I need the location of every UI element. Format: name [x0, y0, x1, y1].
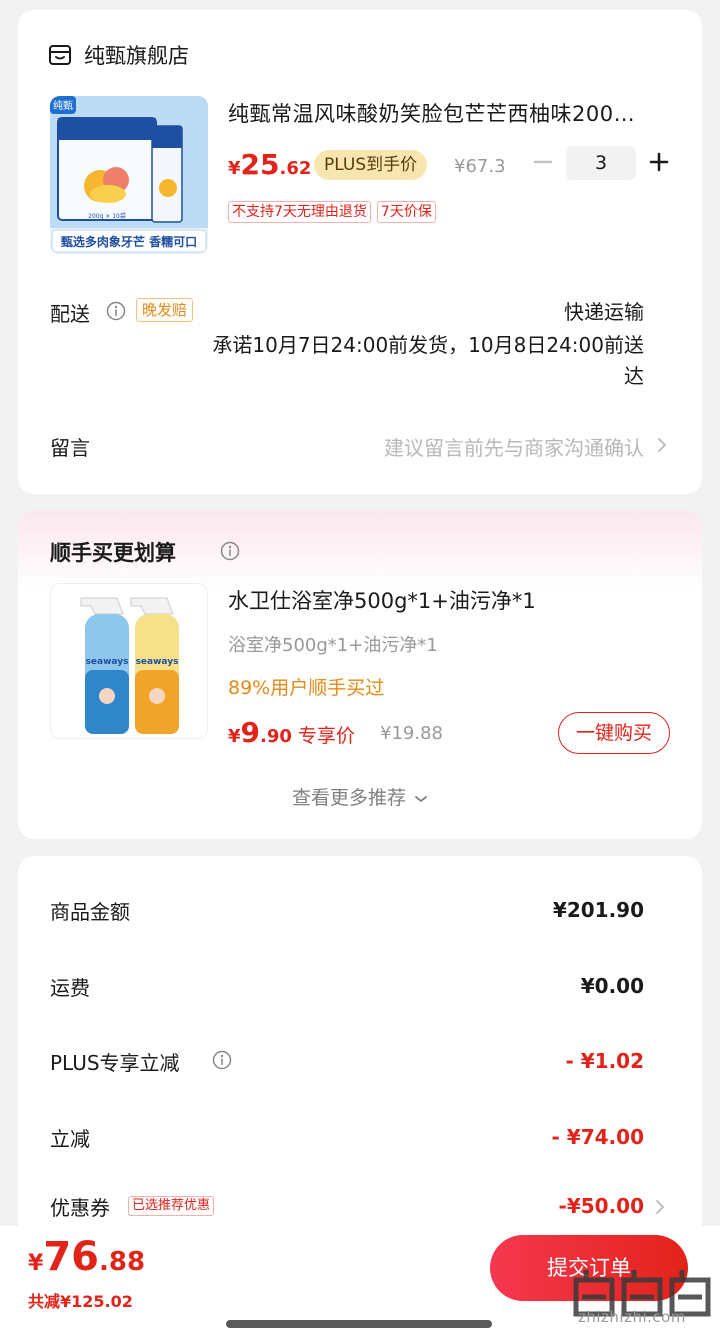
price-symbol: ¥: [228, 726, 241, 747]
info-icon[interactable]: [220, 541, 240, 561]
chevron-right-icon[interactable]: [654, 1198, 666, 1216]
watermark-url: zhizhizhi.com: [578, 1308, 686, 1326]
minus-icon[interactable]: [532, 151, 554, 173]
bottle-brand-text: seaways: [86, 657, 129, 667]
summary-value: ¥0.00: [580, 974, 644, 998]
delivery-label: 配送: [50, 302, 90, 326]
quantity-input[interactable]: 3: [566, 146, 636, 180]
summary-value: ¥201.90: [552, 898, 644, 922]
summary-row-plus-discount: PLUS专享立减 - ¥1.02: [50, 1047, 644, 1079]
bundle-section-title: 顺手买更划算: [50, 541, 176, 565]
price-decimal: .62: [279, 158, 312, 179]
bundle-social-proof: 89%用户顺手买过: [228, 677, 385, 699]
chevron-right-icon[interactable]: [656, 436, 668, 454]
message-label: 留言: [50, 436, 90, 460]
summary-value: - ¥74.00: [551, 1125, 644, 1149]
plus-icon[interactable]: [648, 151, 670, 173]
summary-row-instant-discount: 立减 - ¥74.00: [50, 1123, 644, 1155]
price-symbol: ¥: [228, 158, 241, 179]
late-compensation-tag[interactable]: 晚发赔: [136, 298, 194, 322]
bundle-product-spec: 浴室净500g*1+油污净*1: [228, 635, 438, 656]
bundle-original-price: ¥19.88: [380, 723, 443, 744]
summary-row-goods: 商品金额 ¥201.90: [50, 896, 644, 928]
store-card: 纯甄旗舰店 纯甄 200g × 10袋 甄选多肉象牙芒 香糯可口 纯甄常温风味酸…: [18, 10, 702, 494]
total-discount[interactable]: 共减¥125.02: [28, 1288, 133, 1312]
summary-label: 商品金额: [50, 900, 130, 924]
store-name[interactable]: 纯甄旗舰店: [84, 40, 189, 70]
bundle-product-image[interactable]: seaways seaways: [50, 583, 208, 739]
service-tags: 不支持7天无理由退货 7天价保: [228, 201, 436, 223]
summary-label: 运费: [50, 976, 90, 1000]
total-symbol: ¥: [28, 1251, 44, 1276]
info-icon[interactable]: [212, 1050, 232, 1070]
summary-label: PLUS专享立减: [50, 1051, 180, 1075]
product-box-spec: 200g × 10袋: [88, 212, 126, 220]
product-banner-text: 甄选多肉象牙芒 香糯可口: [61, 234, 197, 249]
home-indicator[interactable]: [226, 1320, 492, 1328]
exclusive-price-label: 专享价: [298, 725, 356, 747]
summary-value: - ¥1.02: [565, 1049, 644, 1073]
price-integer: 25: [240, 148, 280, 181]
store-header[interactable]: 纯甄旗舰店: [48, 40, 189, 70]
bottle-brand-text: seaways: [136, 657, 179, 667]
summary-row-coupon[interactable]: 优惠券 已选推荐优惠 -¥50.00: [50, 1192, 665, 1224]
product-price: ¥ 25 .62: [228, 148, 311, 181]
order-summary-card: 商品金额 ¥201.90 运费 ¥0.00 PLUS专享立减 - ¥1.02 立…: [18, 856, 702, 1256]
cleaner-bottles-illustration: seaways seaways: [51, 584, 207, 738]
bundle-card: 顺手买更划算 seaways seaways 水卫仕浴室净500g*1+油污净*…: [18, 511, 702, 839]
info-icon[interactable]: [106, 301, 126, 321]
product-brand-text: 纯甄: [53, 99, 73, 112]
summary-value: -¥50.00: [558, 1194, 644, 1218]
summary-label: 优惠券: [50, 1196, 110, 1220]
total-decimal: .88: [98, 1247, 146, 1277]
message-input[interactable]: 建议留言前先与商家沟通确认: [384, 432, 644, 461]
price-protect-tag: 7天价保: [376, 201, 436, 223]
no-return-tag: 不支持7天无理由退货: [228, 201, 371, 223]
checkout-bar: ¥ 76 .88 共减¥125.02 提交订单 zhizhizhi.com: [0, 1226, 720, 1340]
chevron-down-icon: [415, 796, 427, 803]
watermark-logo-icon: [573, 1270, 711, 1317]
coupon-selected-tag: 已选推荐优惠: [128, 1196, 215, 1216]
price-integer: 9: [240, 716, 261, 749]
one-click-buy-button[interactable]: 一键购买: [558, 712, 670, 754]
store-icon: [49, 45, 71, 65]
plus-price-tag: PLUS到手价: [314, 150, 428, 180]
product-title[interactable]: 纯甄常温风味酸奶笑脸包芒芒西柚味200…: [228, 98, 668, 128]
original-price: ¥67.3: [454, 156, 506, 177]
shipping-method[interactable]: 快递运输: [564, 296, 644, 325]
total-integer: 76: [43, 1234, 99, 1280]
shipping-promise: 承诺10月7日24:00前发货，10月8日24:00前送达: [212, 333, 644, 388]
see-more-link[interactable]: 查看更多推荐: [18, 783, 702, 810]
summary-row-shipping: 运费 ¥0.00: [50, 972, 644, 1004]
yogurt-product-illustration: 纯甄 200g × 10袋 甄选多肉象牙芒 香糯可口: [50, 96, 208, 254]
product-image[interactable]: 纯甄 200g × 10袋 甄选多肉象牙芒 香糯可口: [50, 96, 208, 254]
see-more-label: 查看更多推荐: [291, 787, 406, 809]
bundle-product-name[interactable]: 水卫仕浴室净500g*1+油污净*1: [228, 585, 536, 615]
summary-label: 立减: [50, 1127, 90, 1151]
total-price: ¥ 76 .88: [28, 1234, 145, 1280]
bundle-price: ¥ 9 .90: [228, 716, 292, 749]
price-decimal: .90: [260, 726, 292, 747]
